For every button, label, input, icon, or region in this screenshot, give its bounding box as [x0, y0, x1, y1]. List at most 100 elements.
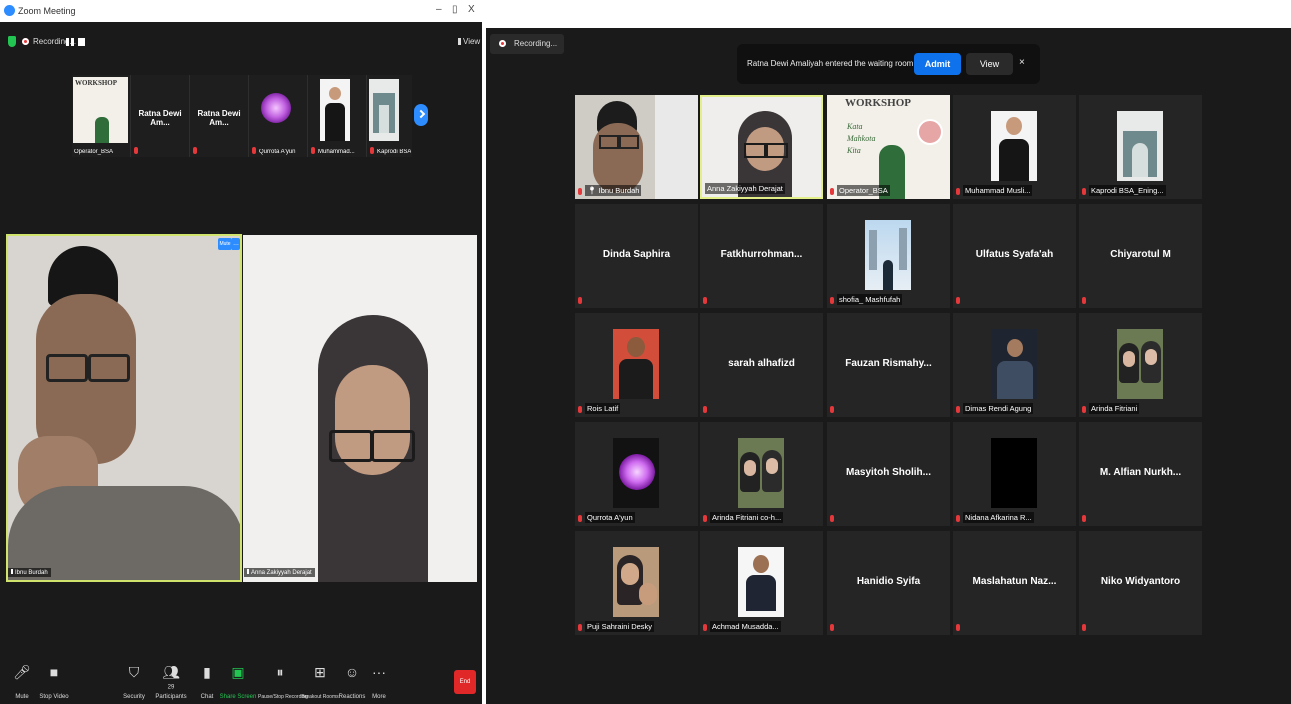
view-button[interactable]: View — [458, 37, 480, 46]
workshop-banner-thumb: WORKSHOP — [73, 77, 128, 143]
strip-thumb-ratna-2[interactable]: Ratna Dewi Am... — [190, 75, 249, 157]
tile-label: Nidana Afkarina R... — [963, 512, 1034, 523]
security-shield-icon[interactable] — [8, 36, 16, 47]
pause-stop-recording-button[interactable]: ⏸︎ Pause/Stop Recording — [258, 658, 308, 704]
tile-niko-widyantoro[interactable]: Niko Widyantoro — [1079, 531, 1202, 635]
tile-kaprodi-bsa[interactable]: Kaprodi BSA_Ening... — [1079, 95, 1202, 199]
tile-chiyarotul-m[interactable]: Chiyarotul M — [1079, 204, 1202, 308]
more-icon: ··· — [372, 664, 386, 680]
mic-muted-icon — [703, 297, 707, 304]
minimize-button[interactable]: – — [436, 4, 442, 15]
tile-name: Hanidio Syifa — [856, 576, 921, 587]
tile-hanidio-syifa[interactable]: Hanidio Syifa — [827, 531, 950, 635]
tile-label: Kaprodi BSA_Ening... — [1089, 185, 1166, 196]
tile-arinda-fitriani-cohost[interactable]: Arinda Fitriani co-h... — [700, 422, 823, 526]
next-page-button[interactable] — [414, 104, 428, 126]
strip-name: Ratna Dewi Am... — [197, 109, 241, 127]
strip-label: Kaprodi BSA... — [377, 149, 411, 155]
view-label: View — [463, 37, 481, 46]
mic-muted-icon — [1082, 515, 1086, 522]
tile-label: Puji Sahraini Desky — [585, 621, 655, 632]
tile-arinda-fitriani[interactable]: Arinda Fitriani — [1079, 313, 1202, 417]
close-notification-icon[interactable]: × — [1019, 57, 1025, 68]
mute-participant-button[interactable]: Mute — [218, 238, 232, 250]
zoom-logo-icon — [4, 5, 15, 16]
flower-avatar-icon — [261, 93, 291, 123]
tile-name: Fauzan Rismahy... — [845, 358, 932, 369]
left-title-bar: Zoom Meeting – ▯ X — [0, 0, 482, 22]
tile-anna-zakiyyah-active-speaker[interactable]: Anna Zakiyyah Derajat — [700, 95, 823, 199]
tile-masyitoh-sholih[interactable]: Masyitoh Sholih... — [827, 422, 950, 526]
tile-operator-bsa[interactable]: WORKSHOP Kata Mahkota Kita Operator_BSA — [827, 95, 950, 199]
view-waiting-room-button[interactable]: View — [966, 53, 1013, 75]
video-anna-zakiyyah[interactable] — [243, 235, 477, 582]
strip-thumb-kaprodi[interactable]: Kaprodi BSA... — [367, 75, 412, 157]
tile-name: Niko Widyantoro — [1100, 576, 1181, 587]
tile-sarah-alhafizd[interactable]: sarah alhafizd — [700, 313, 823, 417]
tile-puji-sahraini-desky[interactable]: Puji Sahraini Desky — [575, 531, 698, 635]
tile-label: Muhammad Musli... — [963, 185, 1033, 196]
avatar-photo — [320, 79, 350, 141]
mic-muted-icon — [830, 624, 834, 631]
recording-label: Recording... — [514, 39, 558, 48]
maximize-button[interactable]: ▯ — [452, 4, 458, 15]
meeting-toolbar: 🎤︎ Mute ■ Stop Video ⛉ Security 👥︎29 Par… — [0, 658, 482, 704]
tile-label: Anna Zakiyyah Derajat — [705, 183, 785, 194]
video-ibnu-burdah[interactable] — [6, 234, 242, 582]
tile-fauzan-rismahy[interactable]: Fauzan Rismahy... — [827, 313, 950, 417]
strip-thumb-operator[interactable]: WORKSHOP Operator_BSA — [72, 75, 131, 157]
mic-muted-icon — [370, 147, 374, 154]
recording-icon — [499, 40, 506, 47]
tile-achmad-musadda[interactable]: Achmad Musadda... — [700, 531, 823, 635]
share-icon: ▣ — [231, 664, 245, 680]
recording-label: Recording... — [33, 37, 77, 46]
strip-label: Qurrota A'yun — [259, 149, 296, 155]
mic-muted-icon — [578, 515, 582, 522]
tile-m-alfian-nurkh[interactable]: M. Alfian Nurkh... — [1079, 422, 1202, 526]
tile-dimas-rendi-agung[interactable]: Dimas Rendi Agung — [953, 313, 1076, 417]
tile-ulfatus-syafaah[interactable]: Ulfatus Syafa'ah — [953, 204, 1076, 308]
participant-menu-button[interactable]: … — [232, 238, 240, 250]
tile-maslahatun-naz[interactable]: Maslahatun Naz... — [953, 531, 1076, 635]
tile-label: Arinda Fitriani — [1089, 403, 1140, 414]
breakout-icon: ⊞ — [314, 664, 326, 680]
mic-muted-icon — [956, 297, 960, 304]
strip-thumb-ratna-1[interactable]: Ratna Dewi Am... — [131, 75, 190, 157]
share-screen-button[interactable]: ▣ Share Screen — [216, 658, 260, 704]
tile-shofia-mashfufah[interactable]: shofia_ Mashfufah — [827, 204, 950, 308]
tile-qurrota-ayun[interactable]: Qurrota A'yun — [575, 422, 698, 526]
pin-icon: 📍︎ — [587, 186, 599, 195]
tile-label: Operator_BSA — [837, 185, 890, 196]
mic-muted-icon — [830, 515, 834, 522]
tile-label: Achmad Musadda... — [710, 621, 781, 632]
tile-muhammad-musli[interactable]: Muhammad Musli... — [953, 95, 1076, 199]
waiting-room-text: Ratna Dewi Amaliyah entered the waiting … — [747, 59, 914, 68]
admit-button[interactable]: Admit — [914, 53, 961, 75]
recording-indicator[interactable]: Recording... — [490, 34, 564, 54]
end-meeting-button[interactable]: End — [454, 670, 476, 694]
campus-photo — [369, 79, 399, 141]
waiting-room-notification: Ratna Dewi Amaliyah entered the waiting … — [737, 44, 1040, 84]
pause-recording-icon[interactable] — [66, 38, 69, 46]
tile-label: Dimas Rendi Agung — [963, 403, 1034, 414]
strip-thumb-qurrota[interactable]: Qurrota A'yun — [249, 75, 308, 157]
tile-dinda-saphira[interactable]: Dinda Saphira — [575, 204, 698, 308]
mic-muted-icon — [193, 147, 197, 154]
tile-rois-latif[interactable]: Rois Latif — [575, 313, 698, 417]
mic-muted-icon — [830, 188, 834, 195]
stop-recording-icon[interactable] — [78, 38, 85, 46]
tile-ibnu-burdah[interactable]: 📍︎ Ibnu Burdah — [575, 95, 698, 199]
close-button[interactable]: X — [468, 4, 475, 15]
mic-muted-icon — [578, 188, 582, 195]
tile-name: sarah alhafizd — [728, 358, 795, 369]
strip-thumb-muhammad[interactable]: Muhammad... — [308, 75, 367, 157]
tile-nidana-afkarina[interactable]: Nidana Afkarina R... — [953, 422, 1076, 526]
mic-muted-icon — [134, 147, 138, 154]
more-button[interactable]: ··· More — [357, 658, 401, 704]
tile-name: Masyitoh Sholih... — [845, 467, 931, 478]
tile-label: Rois Latif — [585, 403, 621, 414]
video2-label: Anna Zakiyyah Derajat — [244, 568, 315, 577]
mic-muted-icon — [311, 147, 315, 154]
tile-fatkhurrohman[interactable]: Fatkhurrohman... — [700, 204, 823, 308]
stop-video-button[interactable]: ■ Stop Video — [32, 658, 76, 704]
